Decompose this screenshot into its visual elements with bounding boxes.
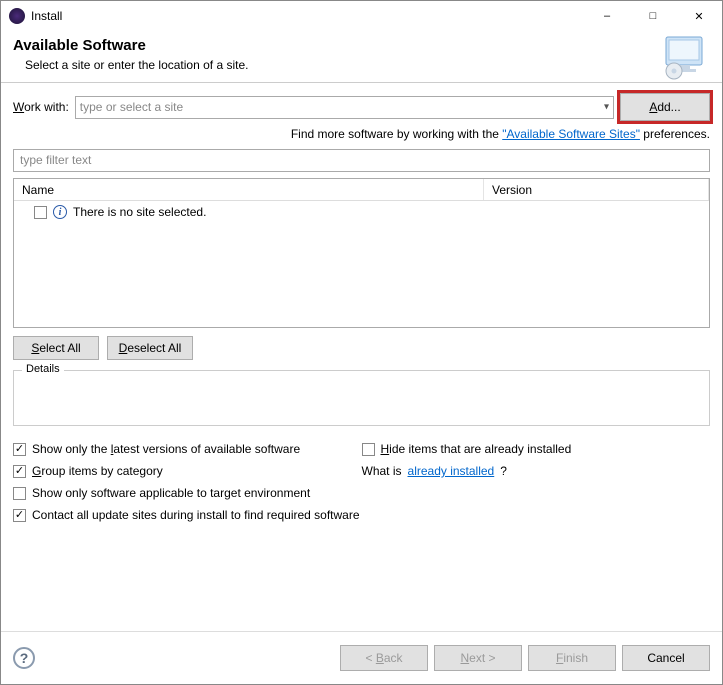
opt-show-latest[interactable]: Show only the latest versions of availab… [13,442,362,456]
app-icon [9,8,25,24]
opt-group-category[interactable]: Group items by category [13,464,362,478]
window-title: Install [31,9,584,23]
opt-applicable-env[interactable]: Show only software applicable to target … [13,486,362,500]
work-with-label: Work with: [13,100,69,114]
table-header: Name Version [14,179,709,201]
add-button[interactable]: Add... [620,93,710,121]
close-button[interactable]: ✕ [676,1,722,31]
page-subtitle: Select a site or enter the location of a… [25,58,248,72]
work-with-combo[interactable]: type or select a site ▾ [75,96,614,119]
sites-hint: Find more software by working with the "… [13,127,710,141]
maximize-button[interactable]: □ [630,1,676,31]
column-name[interactable]: Name [14,179,484,200]
details-group: Details [13,370,710,426]
install-banner-icon [660,33,708,84]
software-table[interactable]: Name Version i There is no site selected… [13,178,710,328]
wizard-footer: ? < Back Next > Finish Cancel [1,632,722,684]
back-button[interactable]: < Back [340,645,428,671]
info-icon: i [53,205,67,219]
cancel-button[interactable]: Cancel [622,645,710,671]
opt-contact-sites[interactable]: Contact all update sites during install … [13,508,362,522]
minimize-button[interactable]: – [584,1,630,31]
filter-input[interactable]: type filter text [13,149,710,172]
table-row: i There is no site selected. [14,201,709,223]
wizard-header: Available Software Select a site or ente… [1,31,722,83]
empty-message: There is no site selected. [73,205,206,219]
finish-button[interactable]: Finish [528,645,616,671]
row-checkbox[interactable] [34,206,47,219]
work-with-placeholder: type or select a site [80,100,183,114]
details-legend: Details [22,363,64,375]
checkbox-icon [13,509,26,522]
deselect-all-button[interactable]: Deselect All [107,336,193,360]
page-title: Available Software [13,37,248,54]
checkbox-icon [13,465,26,478]
next-button[interactable]: Next > [434,645,522,671]
opt-hide-installed[interactable]: Hide items that are already installed [362,442,711,456]
checkbox-icon [13,443,26,456]
already-installed-link[interactable]: already installed [408,464,495,478]
select-all-button[interactable]: Select All [13,336,99,360]
what-is-installed: What is already installed? [362,464,711,478]
help-icon[interactable]: ? [13,647,35,669]
checkbox-icon [13,487,26,500]
column-version[interactable]: Version [484,179,709,200]
titlebar: Install – □ ✕ [1,1,722,31]
checkbox-icon [362,443,375,456]
filter-placeholder: type filter text [20,153,91,167]
chevron-down-icon: ▾ [604,102,609,113]
available-sites-link[interactable]: "Available Software Sites" [502,127,640,141]
